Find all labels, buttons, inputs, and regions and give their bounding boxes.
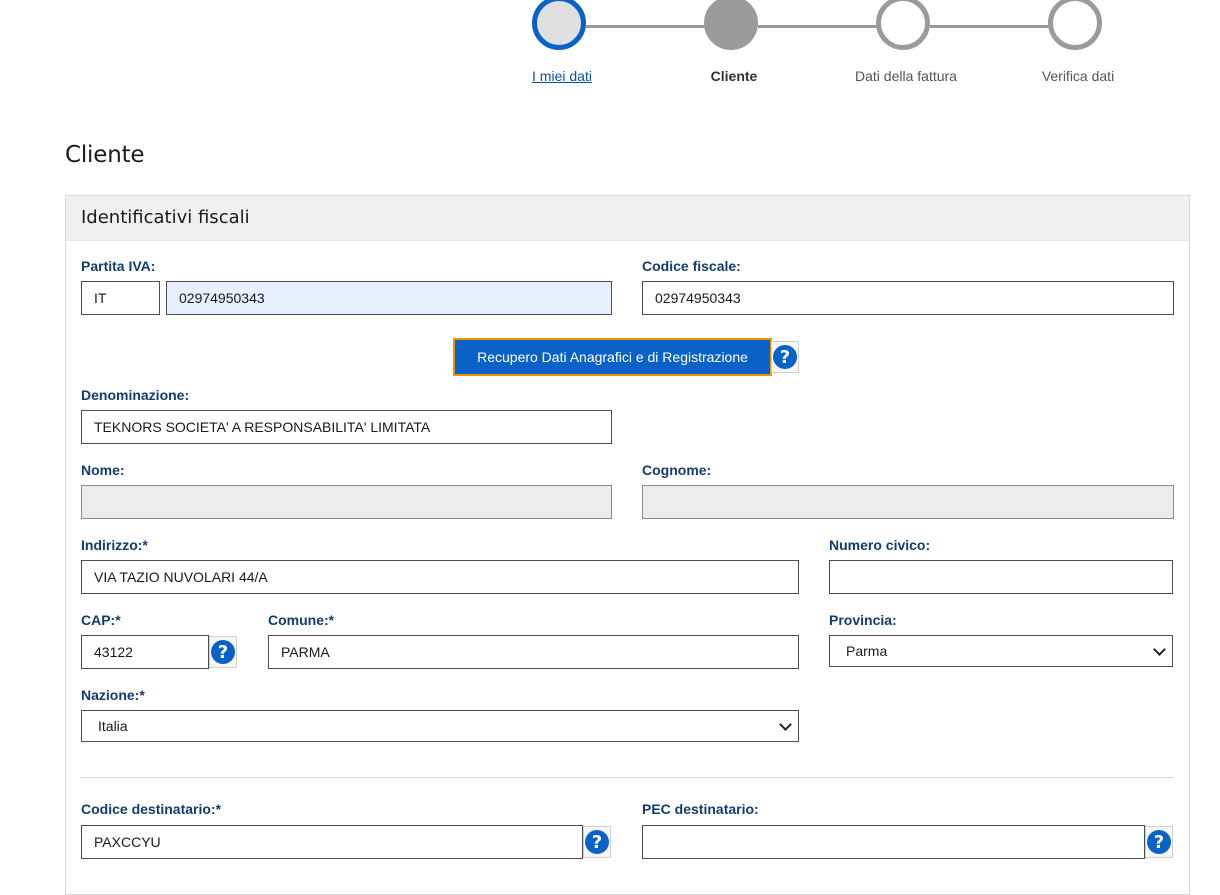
recupero-help-button[interactable]: ? (771, 341, 799, 373)
indirizzo-label: Indirizzo:* (81, 537, 148, 553)
codice-destinatario-help-button[interactable]: ? (583, 826, 611, 858)
codice-destinatario-label: Codice destinatario:* (81, 801, 222, 817)
cap-help-button[interactable]: ? (209, 636, 237, 668)
chevron-down-icon (1153, 643, 1166, 656)
step-3-label: Dati della fattura (855, 68, 957, 84)
progress-stepper: I miei dati Cliente Dati della fattura V… (0, 0, 1220, 100)
step-3-circle (876, 0, 930, 50)
codice-fiscale-input[interactable]: 02974950343 (642, 281, 1174, 315)
nome-input (81, 485, 612, 519)
comune-label: Comune:* (268, 612, 335, 628)
question-circle-icon: ? (1147, 830, 1171, 854)
comune-input[interactable]: PARMA (268, 635, 799, 669)
provincia-label: Provincia: (829, 612, 897, 628)
cap-label: CAP:* (81, 612, 121, 628)
partita-iva-country-input[interactable]: IT (81, 281, 160, 315)
question-circle-icon: ? (585, 830, 609, 854)
panel-title: Identificativi fiscali (81, 207, 250, 228)
step-2-label: Cliente (710, 68, 758, 84)
numero-civico-label: Numero civico: (829, 537, 931, 553)
section-divider (81, 777, 1174, 778)
nazione-selected-value: Italia (98, 718, 128, 734)
nome-label: Nome: (81, 462, 125, 478)
provincia-selected-value: Parma (846, 643, 888, 659)
step-4-circle (1048, 0, 1102, 50)
cap-input[interactable]: 43122 (81, 635, 209, 669)
step-connector (586, 25, 706, 28)
numero-civico-input[interactable] (829, 560, 1173, 594)
indirizzo-input[interactable]: VIA TAZIO NUVOLARI 44/A (81, 560, 799, 594)
denominazione-label: Denominazione: (81, 387, 190, 403)
provincia-select[interactable]: Parma (829, 635, 1173, 667)
nazione-label: Nazione:* (81, 687, 145, 703)
cognome-input (642, 485, 1174, 519)
codice-fiscale-label: Codice fiscale: (642, 258, 741, 274)
pec-destinatario-help-button[interactable]: ? (1145, 826, 1173, 858)
step-connector (930, 25, 1050, 28)
step-4-label: Verifica dati (1041, 68, 1115, 84)
partita-iva-label: Partita IVA: (81, 258, 156, 274)
chevron-down-icon (779, 718, 792, 731)
pec-destinatario-input[interactable] (642, 825, 1145, 859)
partita-iva-input[interactable]: 02974950343 (166, 281, 612, 315)
recupero-dati-button[interactable]: Recupero Dati Anagrafici e di Registrazi… (453, 338, 772, 376)
page-title: Cliente (65, 142, 145, 168)
step-2-circle (704, 0, 758, 50)
step-connector (758, 25, 878, 28)
question-circle-icon: ? (773, 345, 797, 369)
denominazione-input[interactable]: TEKNORS SOCIETA' A RESPONSABILITA' LIMIT… (81, 410, 612, 444)
question-circle-icon: ? (211, 640, 235, 664)
cognome-label: Cognome: (642, 462, 712, 478)
codice-destinatario-input[interactable]: PAXCCYU (81, 825, 583, 859)
panel-header: Identificativi fiscali (66, 196, 1189, 241)
step-1-link[interactable]: I miei dati (482, 68, 642, 84)
pec-destinatario-label: PEC destinatario: (642, 801, 759, 817)
step-1-circle[interactable] (532, 0, 586, 50)
nazione-select[interactable]: Italia (81, 710, 799, 742)
